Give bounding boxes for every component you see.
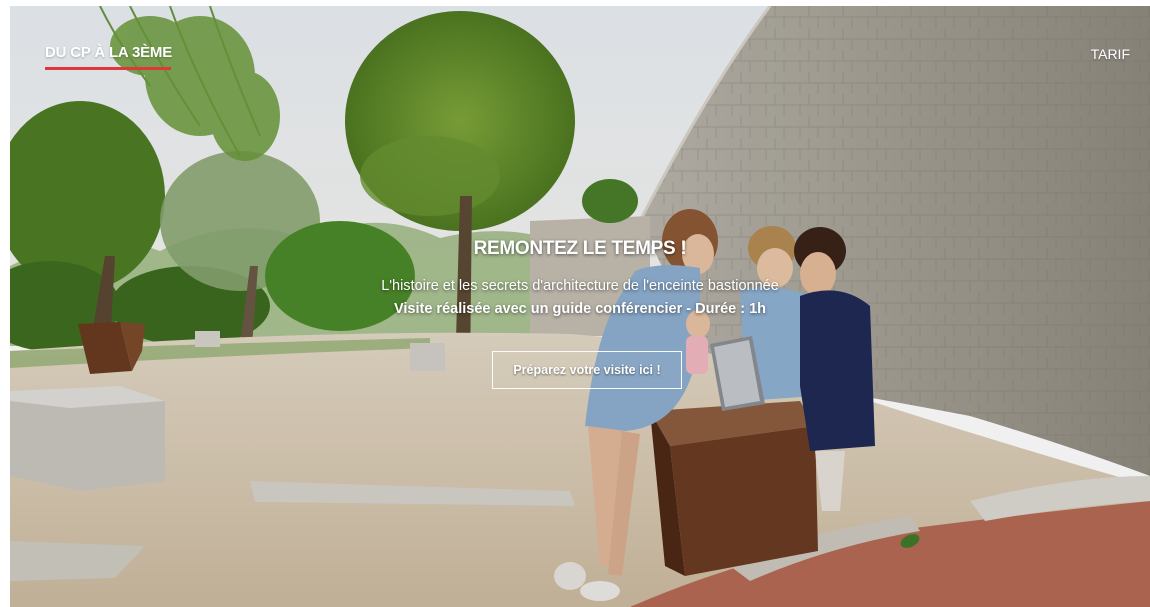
hero-title: REMONTEZ LE TEMPS ! xyxy=(473,238,687,259)
hero-banner: DU CP À LA 3ÈME TARIF REMONTEZ LE TEMPS … xyxy=(10,6,1150,607)
hero-visit-info: Visite réalisée avec un guide conférenci… xyxy=(393,301,767,317)
active-tab-underline xyxy=(45,67,171,70)
prepare-visit-button-label: Préparez votre visite ici ! xyxy=(513,363,661,377)
prepare-visit-button[interactable]: Préparez votre visite ici ! xyxy=(492,351,682,389)
nav-tab-levels[interactable]: DU CP À LA 3ÈME xyxy=(45,44,173,70)
hero-subtitle: L'histoire et les secrets d'architecture… xyxy=(381,278,779,294)
nav-tab-pricing[interactable]: TARIF xyxy=(1091,46,1130,62)
nav-tab-levels-label: DU CP À LA 3ÈME xyxy=(45,44,173,61)
